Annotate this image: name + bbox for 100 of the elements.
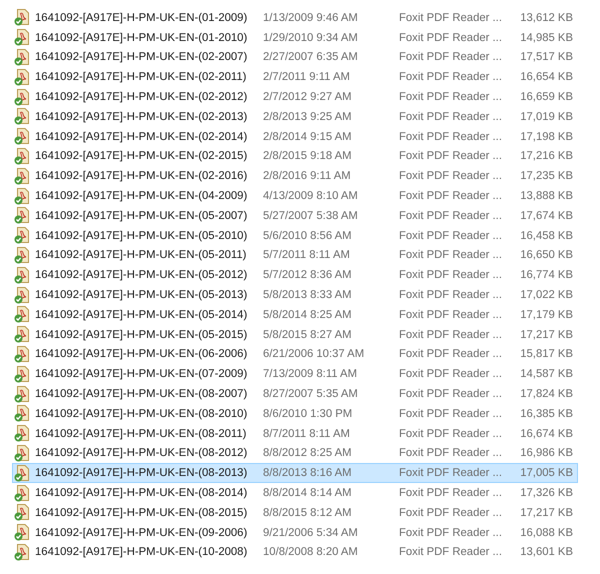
file-row[interactable]: 1641092-[A917E]-H-PM-UK-EN-(08-2013) 8/8/2013 8:16 AM Foxit PDF Reader ... 17,005 KB: [12, 463, 578, 484]
file-name: 1641092-[A917E]-H-PM-UK-EN-(01-2009): [35, 12, 248, 24]
file-type: Foxit PDF Reader ...: [399, 526, 503, 539]
file-size: 15,817 KB: [519, 348, 574, 360]
file-type: Foxit PDF Reader ...: [399, 71, 503, 84]
file-type: Foxit PDF Reader ...: [399, 12, 503, 24]
pdf-file-icon: [14, 68, 30, 86]
file-size: 17,005 KB: [519, 467, 574, 480]
file-row[interactable]: 1641092-[A917E]-H-PM-UK-EN-(01-2010) 1/29/2010 9:34 AM Foxit PDF Reader ... 14,985 KB: [12, 28, 578, 48]
pdf-file-icon: [14, 464, 30, 482]
file-name: 1641092-[A917E]-H-PM-UK-EN-(05-2011): [35, 249, 248, 262]
pdf-file-icon: [14, 207, 30, 224]
file-name: 1641092-[A917E]-H-PM-UK-EN-(02-2012): [35, 91, 248, 104]
pdf-file-icon: [14, 286, 30, 304]
file-type: Foxit PDF Reader ...: [399, 249, 503, 262]
date-modified: 8/8/2013 8:16 AM: [263, 467, 353, 480]
file-type: Foxit PDF Reader ...: [399, 308, 503, 321]
file-name: 1641092-[A917E]-H-PM-UK-EN-(04-2009): [35, 190, 248, 202]
file-name: 1641092-[A917E]-H-PM-UK-EN-(05-2007): [35, 210, 248, 222]
file-type: Foxit PDF Reader ...: [399, 190, 503, 202]
file-row[interactable]: 1641092-[A917E]-H-PM-UK-EN-(05-2007) 5/27/2007 5:38 AM Foxit PDF Reader ... 17,674 KB: [12, 206, 578, 226]
date-modified: 8/8/2012 8:25 AM: [263, 447, 353, 460]
pdf-file-icon: [14, 227, 30, 244]
pdf-file-icon: [14, 484, 30, 502]
pdf-file-icon: [14, 306, 30, 324]
pdf-file-icon: [14, 9, 30, 26]
file-size: 14,587 KB: [519, 368, 574, 380]
pdf-file-icon: [14, 366, 30, 383]
date-modified: 8/8/2014 8:14 AM: [263, 487, 353, 500]
pdf-file-icon: [14, 544, 30, 561]
pdf-file-icon: [14, 48, 30, 66]
pdf-file-icon: [14, 88, 30, 106]
pdf-file-icon: [14, 386, 30, 403]
date-modified: 1/13/2009 9:46 AM: [263, 12, 359, 24]
file-row[interactable]: 1641092-[A917E]-H-PM-UK-EN-(04-2009) 4/13/2009 8:10 AM Foxit PDF Reader ... 13,888 KB: [12, 186, 578, 206]
file-size: 17,179 KB: [519, 308, 574, 321]
pdf-file-icon: [14, 188, 30, 205]
file-size: 17,022 KB: [519, 289, 574, 302]
file-size: 17,217 KB: [519, 328, 574, 341]
file-row[interactable]: 1641092-[A917E]-H-PM-UK-EN-(02-2007) 2/27/2007 6:35 AM Foxit PDF Reader ... 17,517 KB: [12, 48, 578, 68]
date-modified: 5/8/2013 8:33 AM: [263, 289, 353, 302]
file-row[interactable]: 1641092-[A917E]-H-PM-UK-EN-(08-2007) 8/27/2007 5:35 AM Foxit PDF Reader ... 17,824 KB: [12, 384, 578, 404]
file-row[interactable]: 1641092-[A917E]-H-PM-UK-EN-(02-2016) 2/8/2016 9:11 AM Foxit PDF Reader ... 17,235 KB: [12, 166, 578, 186]
file-type: Foxit PDF Reader ...: [399, 348, 503, 360]
file-row[interactable]: 1641092-[A917E]-H-PM-UK-EN-(05-2014) 5/8/2014 8:25 AM Foxit PDF Reader ... 17,179 KB: [12, 304, 578, 325]
file-type: Foxit PDF Reader ...: [399, 170, 503, 182]
file-row[interactable]: 1641092-[A917E]-H-PM-UK-EN-(06-2006) 6/21/2006 10:37 AM Foxit PDF Reader ... 15,817 KB: [12, 344, 578, 364]
file-row[interactable]: 1641092-[A917E]-H-PM-UK-EN-(05-2012) 5/7/2012 8:36 AM Foxit PDF Reader ... 16,774 KB: [12, 265, 578, 286]
file-row[interactable]: 1641092-[A917E]-H-PM-UK-EN-(08-2015) 8/8/2015 8:12 AM Foxit PDF Reader ... 17,217 KB: [12, 502, 578, 523]
date-modified: 5/27/2007 5:38 AM: [263, 210, 359, 222]
pdf-file-icon: [14, 346, 30, 363]
file-type: Foxit PDF Reader ...: [399, 546, 503, 558]
date-modified: 2/8/2015 9:18 AM: [263, 150, 353, 162]
file-name: 1641092-[A917E]-H-PM-UK-EN-(02-2016): [35, 170, 248, 182]
file-size: 17,674 KB: [519, 210, 574, 222]
file-type: Foxit PDF Reader ...: [399, 130, 503, 143]
file-name: 1641092-[A917E]-H-PM-UK-EN-(02-2013): [35, 110, 248, 123]
file-type: Foxit PDF Reader ...: [399, 447, 503, 460]
date-modified: 5/6/2010 8:56 AM: [263, 230, 353, 242]
file-row[interactable]: 1641092-[A917E]-H-PM-UK-EN-(05-2011) 5/7/2011 8:11 AM Foxit PDF Reader ... 16,650 KB: [12, 246, 578, 266]
file-name: 1641092-[A917E]-H-PM-UK-EN-(02-2015): [35, 150, 248, 162]
file-size: 17,517 KB: [519, 51, 574, 64]
file-row[interactable]: 1641092-[A917E]-H-PM-UK-EN-(09-2006) 9/21/2006 5:34 AM Foxit PDF Reader ... 16,088 KB: [12, 522, 578, 543]
file-type: Foxit PDF Reader ...: [399, 487, 503, 500]
file-name: 1641092-[A917E]-H-PM-UK-EN-(08-2015): [35, 506, 248, 519]
file-row[interactable]: 1641092-[A917E]-H-PM-UK-EN-(02-2014) 2/8/2014 9:15 AM Foxit PDF Reader ... 17,198 KB: [12, 126, 578, 147]
file-row[interactable]: 1641092-[A917E]-H-PM-UK-EN-(10-2008) 10/8/2008 8:20 AM Foxit PDF Reader ... 13,601 KB: [12, 542, 578, 562]
file-row[interactable]: 1641092-[A917E]-H-PM-UK-EN-(05-2013) 5/8/2013 8:33 AM Foxit PDF Reader ... 17,022 KB: [12, 285, 578, 305]
file-type: Foxit PDF Reader ...: [399, 110, 503, 123]
pdf-file-icon: [14, 246, 30, 264]
pdf-file-icon: [14, 148, 30, 165]
file-size: 14,985 KB: [519, 32, 574, 44]
date-modified: 2/8/2016 9:11 AM: [263, 170, 352, 182]
date-modified: 2/7/2011 9:11 AM: [263, 71, 351, 84]
file-row[interactable]: 1641092-[A917E]-H-PM-UK-EN-(05-2010) 5/6/2010 8:56 AM Foxit PDF Reader ... 16,458 KB: [12, 226, 578, 246]
file-row[interactable]: 1641092-[A917E]-H-PM-UK-EN-(02-2012) 2/7/2012 9:27 AM Foxit PDF Reader ... 16,659 KB: [12, 87, 578, 107]
file-row[interactable]: 1641092-[A917E]-H-PM-UK-EN-(02-2015) 2/8/2015 9:18 AM Foxit PDF Reader ... 17,216 KB: [12, 146, 578, 166]
file-type: Foxit PDF Reader ...: [399, 150, 503, 162]
file-row[interactable]: 1641092-[A917E]-H-PM-UK-EN-(05-2015) 5/8/2015 8:27 AM Foxit PDF Reader ... 17,217 KB: [12, 324, 578, 345]
file-size: 16,774 KB: [519, 269, 574, 282]
file-row[interactable]: 1641092-[A917E]-H-PM-UK-EN-(08-2012) 8/8/2012 8:25 AM Foxit PDF Reader ... 16,986 KB: [12, 444, 578, 464]
file-type: Foxit PDF Reader ...: [399, 230, 503, 242]
file-name: 1641092-[A917E]-H-PM-UK-EN-(08-2012): [35, 447, 248, 460]
file-row[interactable]: 1641092-[A917E]-H-PM-UK-EN-(08-2010) 8/6/2010 1:30 PM Foxit PDF Reader ... 16,385 KB: [12, 404, 578, 424]
date-modified: 1/29/2010 9:34 AM: [263, 32, 359, 44]
file-type: Foxit PDF Reader ...: [399, 506, 503, 519]
file-row[interactable]: 1641092-[A917E]-H-PM-UK-EN-(02-2011) 2/7/2011 9:11 AM Foxit PDF Reader ... 16,654 KB: [12, 67, 578, 88]
date-modified: 8/8/2015 8:12 AM: [263, 506, 353, 519]
file-row[interactable]: 1641092-[A917E]-H-PM-UK-EN-(02-2013) 2/8/2013 9:25 AM Foxit PDF Reader ... 17,019 KB: [12, 106, 578, 127]
file-row[interactable]: 1641092-[A917E]-H-PM-UK-EN-(08-2011) 8/7/2011 8:11 AM Foxit PDF Reader ... 16,674 KB: [12, 424, 578, 444]
file-size: 17,326 KB: [519, 487, 574, 500]
file-row[interactable]: 1641092-[A917E]-H-PM-UK-EN-(08-2014) 8/8/2014 8:14 AM Foxit PDF Reader ... 17,326 KB: [12, 483, 578, 503]
file-row[interactable]: 1641092-[A917E]-H-PM-UK-EN-(07-2009) 7/13/2009 8:11 AM Foxit PDF Reader ... 14,587 KB: [12, 364, 578, 384]
file-name: 1641092-[A917E]-H-PM-UK-EN-(02-2014): [35, 130, 248, 143]
date-modified: 2/7/2012 9:27 AM: [263, 91, 353, 104]
date-modified: 8/6/2010 1:30 PM: [263, 408, 354, 420]
file-type: Foxit PDF Reader ...: [399, 328, 503, 341]
file-size: 17,824 KB: [519, 388, 574, 400]
file-row[interactable]: 1641092-[A917E]-H-PM-UK-EN-(01-2009) 1/13/2009 9:46 AM Foxit PDF Reader ... 13,612 KB: [12, 8, 578, 28]
file-name: 1641092-[A917E]-H-PM-UK-EN-(01-2010): [35, 32, 248, 44]
